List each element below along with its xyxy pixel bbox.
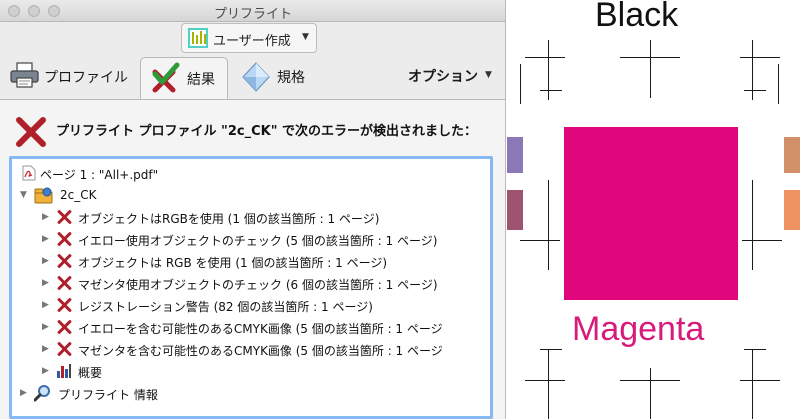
crop-mark xyxy=(620,380,680,381)
diamond-icon xyxy=(242,62,270,92)
pdf-file-icon xyxy=(22,165,36,181)
disclosure-collapsed-icon[interactable]: ▶ xyxy=(42,256,49,266)
chevron-down-icon: ▼ xyxy=(302,32,309,42)
crop-mark xyxy=(548,40,549,100)
crop-mark xyxy=(752,180,753,270)
tab-standards[interactable]: 規格 xyxy=(240,57,330,97)
tree-error-row[interactable]: ▶ オブジェクトはRGBを使用 (1 個の該当箇所 : 1 ページ) xyxy=(12,206,490,228)
tree-row-profile[interactable]: ▼ 2c_CK xyxy=(12,184,490,206)
bar-chart-icon xyxy=(57,364,71,378)
crop-mark xyxy=(540,349,562,350)
tree-row-page[interactable]: ページ 1 : "All+.pdf" xyxy=(12,162,490,184)
error-icon xyxy=(56,253,72,269)
crop-mark xyxy=(540,90,562,91)
crop-mark xyxy=(525,380,565,381)
crop-mark xyxy=(620,57,680,58)
options-menu[interactable]: オプション xyxy=(408,66,478,86)
tree-error-label: レジストレーション警告 (82 個の該当箇所 : 1 ページ) xyxy=(78,300,373,314)
tree-error-label: マゼンタ使用オブジェクトのチェック (6 個の該当箇所 : 1 ページ) xyxy=(78,278,438,292)
profile-icon xyxy=(34,187,53,204)
disclosure-collapsed-icon[interactable]: ▶ xyxy=(42,234,49,244)
crop-mark xyxy=(740,57,780,58)
results-tree[interactable]: ページ 1 : "All+.pdf" ▼ 2c_CK ▶ オブジェクトはRGBを… xyxy=(9,156,493,419)
preflight-window: プリフライト ユーザー作成 ▼ プロファイル 結果 規格 オプション ▼ プリフ… xyxy=(0,0,506,419)
tree-error-row[interactable]: ▶ イエロー使用オブジェクトのチェック (5 個の該当箇所 : 1 ページ) xyxy=(12,228,490,250)
crop-mark xyxy=(525,57,565,58)
tree-row-overview[interactable]: ▶ 概要 xyxy=(12,360,490,382)
disclosure-collapsed-icon[interactable]: ▶ xyxy=(42,300,49,310)
printer-icon xyxy=(10,62,39,88)
tree-profile-label: 2c_CK xyxy=(60,188,97,202)
tree-page-label: ページ 1 : "All+.pdf" xyxy=(40,168,159,182)
profile-dropdown-button[interactable]: ユーザー作成 ▼ xyxy=(181,23,317,53)
disclosure-collapsed-icon[interactable]: ▶ xyxy=(42,212,49,222)
error-icon xyxy=(56,341,72,357)
crop-mark xyxy=(520,64,521,104)
chevron-down-icon[interactable]: ▼ xyxy=(485,70,492,80)
tree-error-label: オブジェクトはRGBを使用 (1 個の該当箇所 : 1 ページ) xyxy=(78,212,380,226)
tree-error-row[interactable]: ▶ マゼンタを含む可能性のあるCMYK画像 (5 個の該当箇所 : 1 ページ xyxy=(12,338,490,360)
crop-mark xyxy=(744,349,766,350)
title-bar: プリフライト xyxy=(0,0,505,22)
crop-mark xyxy=(778,64,779,104)
tree-error-label: イエロー使用オブジェクトのチェック (5 個の該当箇所 : 1 ページ) xyxy=(78,234,438,248)
tab-profiles-label: プロファイル xyxy=(44,70,128,86)
disclosure-collapsed-icon[interactable]: ▶ xyxy=(20,388,27,398)
disclosure-collapsed-icon[interactable]: ▶ xyxy=(42,344,49,354)
tree-error-row[interactable]: ▶ オブジェクトは RGB を使用 (1 個の該当箇所 : 1 ページ) xyxy=(12,250,490,272)
magnifier-icon xyxy=(34,385,50,402)
tree-error-row[interactable]: ▶ マゼンタ使用オブジェクトのチェック (6 個の該当箇所 : 1 ページ) xyxy=(12,272,490,294)
profile-dropdown-label: ユーザー作成 xyxy=(213,34,291,49)
crop-mark xyxy=(650,40,651,98)
crop-mark xyxy=(742,240,782,241)
disclosure-collapsed-icon[interactable]: ▶ xyxy=(42,322,49,332)
tree-error-row[interactable]: ▶ イエローを含む可能性のあるCMYK画像 (5 個の該当箇所 : 1 ページ xyxy=(12,316,490,338)
disclosure-collapsed-icon[interactable]: ▶ xyxy=(42,278,49,288)
error-icon xyxy=(56,319,72,335)
tree-error-label: オブジェクトは RGB を使用 (1 個の該当箇所 : 1 ページ) xyxy=(78,256,388,270)
magenta-label: Magenta xyxy=(572,310,705,348)
crop-mark xyxy=(650,368,651,419)
color-swatch xyxy=(784,137,800,173)
tab-profiles[interactable]: プロファイル xyxy=(6,57,136,97)
tab-results[interactable]: 結果 xyxy=(140,57,228,100)
crop-mark xyxy=(752,350,753,419)
error-icon xyxy=(16,117,46,147)
tab-standards-label: 規格 xyxy=(277,70,305,86)
magenta-square xyxy=(564,127,738,300)
crop-mark xyxy=(744,90,766,91)
black-label: Black xyxy=(595,0,679,34)
disclosure-expanded-icon[interactable]: ▼ xyxy=(20,190,27,200)
tree-error-label: マゼンタを含む可能性のあるCMYK画像 (5 個の該当箇所 : 1 ページ xyxy=(78,344,443,358)
tree-overview-label: 概要 xyxy=(78,366,103,380)
color-swatch xyxy=(507,190,523,230)
error-icon xyxy=(56,231,72,247)
crop-mark xyxy=(520,240,560,241)
crop-mark xyxy=(548,350,549,419)
error-icon xyxy=(56,275,72,291)
color-swatch xyxy=(784,190,800,230)
results-check-icon xyxy=(152,62,180,93)
tree-error-label: イエローを含む可能性のあるCMYK画像 (5 個の該当箇所 : 1 ページ xyxy=(78,322,443,336)
tab-results-label: 結果 xyxy=(187,72,215,88)
window-title: プリフライト xyxy=(213,7,292,22)
error-summary: プリフライト プロファイル "2c_CK" で次のエラーが検出されました： xyxy=(56,124,477,139)
profile-library-icon xyxy=(188,28,208,48)
error-icon xyxy=(56,297,72,313)
tree-preflight-info-label: プリフライト 情報 xyxy=(58,388,158,402)
crop-mark xyxy=(548,180,549,270)
color-swatch xyxy=(507,137,523,173)
error-icon xyxy=(56,209,72,225)
crop-mark xyxy=(740,380,780,381)
crop-mark xyxy=(752,40,753,100)
tree-error-row[interactable]: ▶ レジストレーション警告 (82 個の該当箇所 : 1 ページ) xyxy=(12,294,490,316)
disclosure-collapsed-icon[interactable]: ▶ xyxy=(42,366,49,376)
tree-row-preflight-info[interactable]: ▶ プリフライト 情報 xyxy=(12,382,490,404)
